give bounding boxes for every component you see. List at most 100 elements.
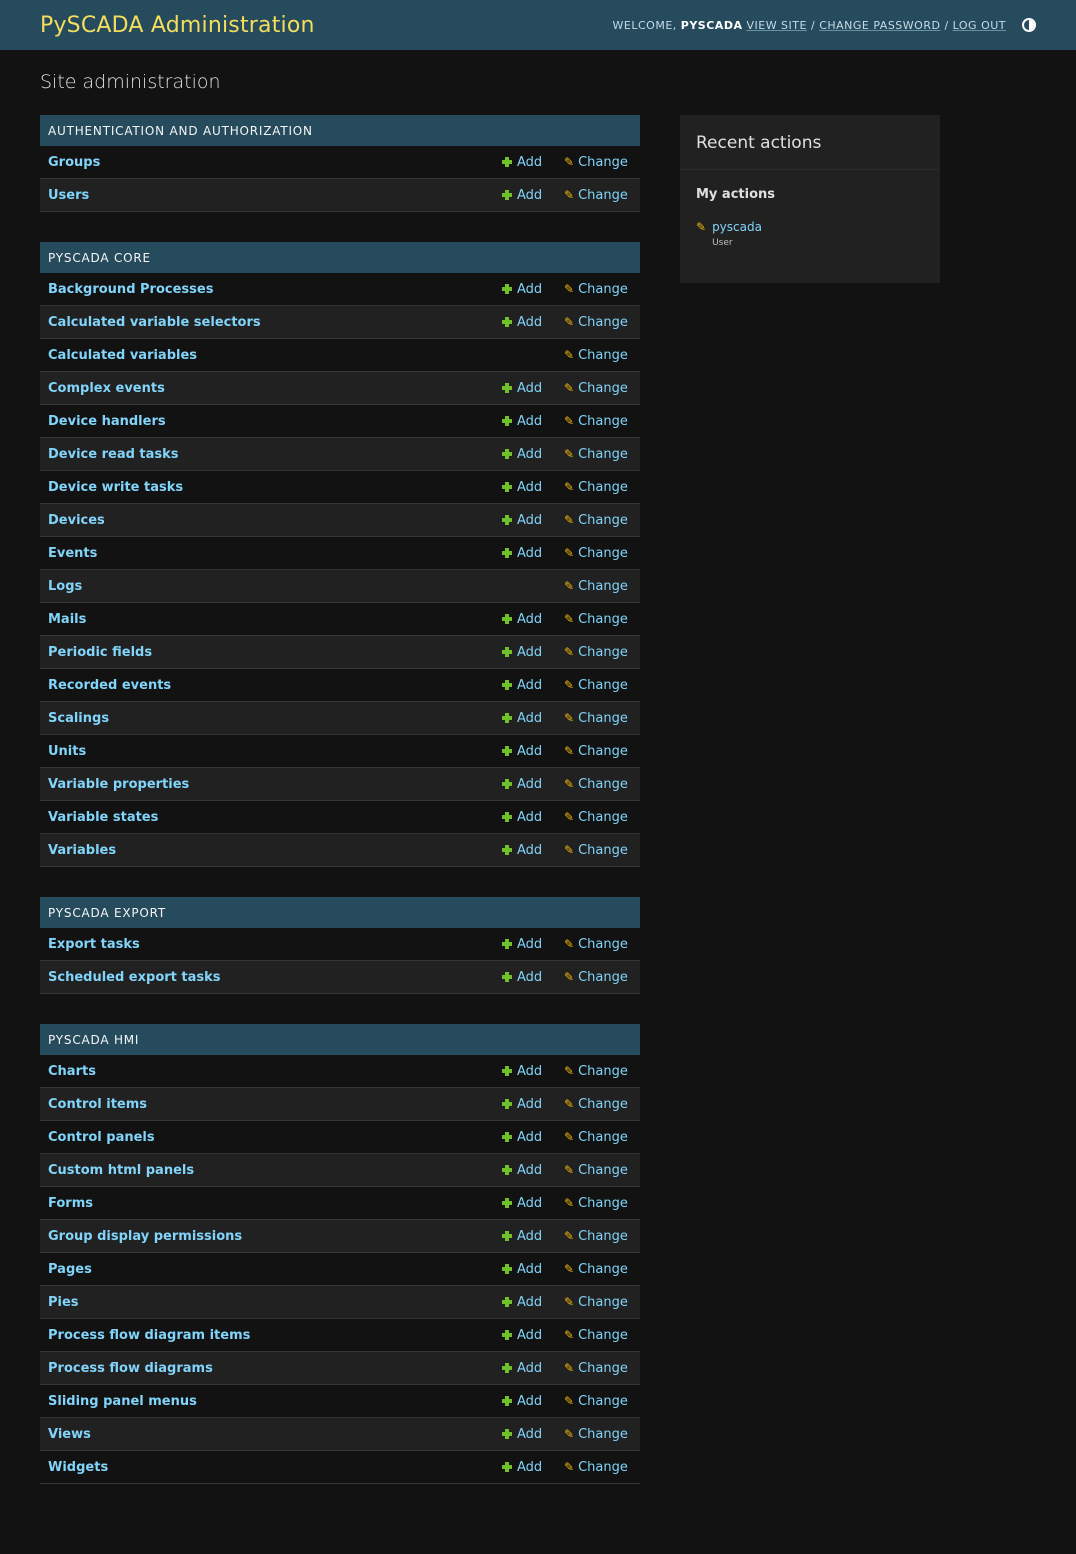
model-link[interactable]: Custom html panels [40,1163,640,1178]
add-link[interactable]: Add [502,188,542,203]
add-link[interactable]: Add [502,612,542,627]
model-link[interactable]: Pages [40,1262,640,1277]
model-link[interactable]: Events [40,546,640,561]
model-link[interactable]: Device write tasks [40,480,640,495]
add-link[interactable]: Add [502,1427,542,1442]
change-link[interactable]: ✎ Change [564,579,628,594]
change-link[interactable]: ✎ Change [564,744,628,759]
model-link[interactable]: Periodic fields [40,645,640,660]
change-link[interactable]: ✎ Change [564,1427,628,1442]
model-link[interactable]: Device read tasks [40,447,640,462]
add-link[interactable]: Add [502,282,542,297]
model-link[interactable]: Export tasks [40,937,640,952]
add-link[interactable]: Add [502,810,542,825]
change-link[interactable]: ✎ Change [564,1262,628,1277]
change-link[interactable]: ✎ Change [564,1229,628,1244]
module-caption[interactable]: PYSCADA EXPORT [40,897,640,928]
add-link[interactable]: Add [502,513,542,528]
change-link[interactable]: ✎ Change [564,348,628,363]
change-link[interactable]: ✎ Change [564,810,628,825]
add-link[interactable]: Add [502,155,542,170]
change-link[interactable]: ✎ Change [564,1295,628,1310]
model-link[interactable]: Widgets [40,1460,640,1475]
change-link[interactable]: ✎ Change [564,414,628,429]
model-link[interactable]: Process flow diagrams [40,1361,640,1376]
add-link[interactable]: Add [502,711,542,726]
add-link[interactable]: Add [502,1361,542,1376]
change-link[interactable]: ✎ Change [564,970,628,985]
model-link[interactable]: Scalings [40,711,640,726]
model-link[interactable]: Variable properties [40,777,640,792]
add-link[interactable]: Add [502,1064,542,1079]
add-link[interactable]: Add [502,447,542,462]
model-link[interactable]: Background Processes [40,282,640,297]
change-link[interactable]: ✎ Change [564,381,628,396]
add-link[interactable]: Add [502,1295,542,1310]
add-link[interactable]: Add [502,1328,542,1343]
model-link[interactable]: Group display permissions [40,1229,640,1244]
add-link[interactable]: Add [502,1163,542,1178]
change-link[interactable]: ✎ Change [564,188,628,203]
add-link[interactable]: Add [502,777,542,792]
add-link[interactable]: Add [502,843,542,858]
model-link[interactable]: Complex events [40,381,640,396]
change-link[interactable]: ✎ Change [564,1064,628,1079]
model-link[interactable]: Calculated variable selectors [40,315,640,330]
change-link[interactable]: ✎ Change [564,1130,628,1145]
add-link[interactable]: Add [502,1097,542,1112]
change-link[interactable]: ✎ Change [564,513,628,528]
model-link[interactable]: Views [40,1427,640,1442]
add-link[interactable]: Add [502,937,542,952]
recent-action-link[interactable]: pyscada [712,220,762,234]
add-link[interactable]: Add [502,678,542,693]
module-caption[interactable]: PYSCADA HMI [40,1024,640,1055]
model-link[interactable]: Control items [40,1097,640,1112]
model-link[interactable]: Logs [40,579,640,594]
add-link[interactable]: Add [502,1262,542,1277]
model-link[interactable]: Mails [40,612,640,627]
log-out-link[interactable]: LOG OUT [953,19,1006,32]
add-link[interactable]: Add [502,1394,542,1409]
change-link[interactable]: ✎ Change [564,612,628,627]
change-link[interactable]: ✎ Change [564,282,628,297]
add-link[interactable]: Add [502,1196,542,1211]
add-link[interactable]: Add [502,414,542,429]
change-link[interactable]: ✎ Change [564,1328,628,1343]
view-site-link[interactable]: VIEW SITE [746,19,807,32]
change-link[interactable]: ✎ Change [564,315,628,330]
model-link[interactable]: Process flow diagram items [40,1328,640,1343]
add-link[interactable]: Add [502,315,542,330]
add-link[interactable]: Add [502,744,542,759]
module-caption[interactable]: AUTHENTICATION AND AUTHORIZATION [40,115,640,146]
add-link[interactable]: Add [502,546,542,561]
add-link[interactable]: Add [502,480,542,495]
change-link[interactable]: ✎ Change [564,937,628,952]
add-link[interactable]: Add [502,1229,542,1244]
model-link[interactable]: Sliding panel menus [40,1394,640,1409]
model-link[interactable]: Control panels [40,1130,640,1145]
change-link[interactable]: ✎ Change [564,1361,628,1376]
change-link[interactable]: ✎ Change [564,843,628,858]
model-link[interactable]: Units [40,744,640,759]
module-caption[interactable]: PYSCADA CORE [40,242,640,273]
add-link[interactable]: Add [502,1460,542,1475]
model-link[interactable]: Recorded events [40,678,640,693]
model-link[interactable]: Device handlers [40,414,640,429]
add-link[interactable]: Add [502,1130,542,1145]
change-link[interactable]: ✎ Change [564,678,628,693]
add-link[interactable]: Add [502,381,542,396]
model-link[interactable]: Pies [40,1295,640,1310]
change-password-link[interactable]: CHANGE PASSWORD [819,19,940,32]
model-link[interactable]: Users [40,188,640,203]
model-link[interactable]: Variables [40,843,640,858]
change-link[interactable]: ✎ Change [564,777,628,792]
model-link[interactable]: Variable states [40,810,640,825]
change-link[interactable]: ✎ Change [564,1394,628,1409]
add-link[interactable]: Add [502,645,542,660]
model-link[interactable]: Calculated variables [40,348,640,363]
model-link[interactable]: Devices [40,513,640,528]
model-link[interactable]: Scheduled export tasks [40,970,640,985]
change-link[interactable]: ✎ Change [564,1196,628,1211]
change-link[interactable]: ✎ Change [564,645,628,660]
change-link[interactable]: ✎ Change [564,546,628,561]
